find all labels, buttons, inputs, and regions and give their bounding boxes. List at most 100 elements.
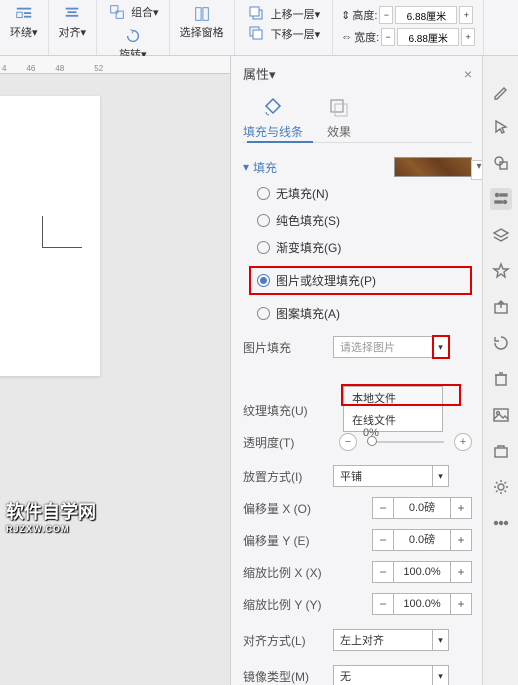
backup-icon[interactable]	[490, 332, 512, 354]
selection-pane-button[interactable]: 选择窗格	[176, 2, 228, 42]
selection-pane-icon	[192, 4, 212, 24]
picture-fill-select[interactable]: 请选择图片	[333, 336, 433, 358]
texture-fill-label: 纹理填充(U)	[243, 402, 333, 419]
toolbox-icon[interactable]	[490, 440, 512, 462]
tab-effects[interactable]: 效果	[327, 97, 351, 140]
wrap-icon	[14, 4, 34, 24]
pencil-icon[interactable]	[490, 80, 512, 102]
cursor-icon[interactable]	[490, 116, 512, 138]
trash-icon[interactable]	[490, 368, 512, 390]
tile-mode-dropdown-button[interactable]: ▾	[433, 465, 449, 487]
scale-y-plus[interactable]: +	[450, 593, 472, 615]
tab-underline	[247, 141, 313, 143]
fill-tab-icon	[262, 97, 284, 119]
width-row: ⇔ 宽度: − +	[341, 26, 475, 48]
group-icon	[107, 2, 127, 22]
mirror-dropdown-button[interactable]: ▾	[433, 665, 449, 685]
settings-icon[interactable]	[490, 188, 512, 210]
opacity-plus-button[interactable]: +	[454, 433, 472, 451]
radio-picture-texture-fill[interactable]: 图片或纹理填充(P)	[257, 272, 376, 289]
align-icon	[62, 4, 82, 24]
effects-tab-icon	[328, 97, 350, 119]
offset-x-value[interactable]: 0.0磅	[394, 497, 450, 519]
width-icon: ⇔	[341, 31, 352, 43]
dropdown-item-local-file[interactable]: 本地文件	[344, 387, 442, 409]
width-plus[interactable]: +	[461, 28, 475, 46]
scale-y-label: 缩放比例 Y (Y)	[243, 596, 333, 613]
height-row: ⇕ 高度: − +	[341, 4, 475, 26]
opacity-slider-thumb[interactable]	[367, 436, 377, 446]
right-icon-rail	[482, 56, 518, 685]
alignment-label: 对齐方式(L)	[243, 632, 333, 649]
height-label: 高度:	[352, 7, 377, 23]
more-icon[interactable]	[490, 512, 512, 534]
radio-gradient-fill[interactable]: 渐变填充(G)	[257, 239, 472, 256]
scale-y-value[interactable]: 100.0%	[394, 593, 450, 615]
offset-y-value[interactable]: 0.0磅	[394, 529, 450, 551]
mirror-select[interactable]: 无	[333, 665, 433, 685]
tile-mode-label: 放置方式(I)	[243, 468, 333, 485]
close-icon[interactable]: ×	[464, 66, 472, 82]
offset-x-plus[interactable]: +	[450, 497, 472, 519]
opacity-slider-track[interactable]	[367, 441, 444, 443]
width-label: 宽度:	[354, 29, 379, 45]
align-label: 对齐▾	[59, 24, 87, 40]
layers-icon[interactable]	[490, 224, 512, 246]
height-plus[interactable]: +	[459, 6, 473, 24]
share-icon[interactable]	[490, 296, 512, 318]
scale-x-value[interactable]: 100.0%	[394, 561, 450, 583]
radio-solid-fill[interactable]: 纯色填充(S)	[257, 212, 472, 229]
selection-pane-label: 选择窗格	[180, 24, 224, 40]
dropdown-item-online-file[interactable]: 在线文件	[344, 409, 442, 431]
shape-icon[interactable]	[490, 152, 512, 174]
offset-y-minus[interactable]: −	[372, 529, 394, 551]
tab-effects-label: 效果	[327, 123, 351, 140]
scale-x-label: 缩放比例 X (X)	[243, 564, 333, 581]
group-label: 组合▾	[131, 4, 159, 20]
bring-forward-button[interactable]: 上移一层▾	[243, 4, 325, 24]
alignment-dropdown-button[interactable]: ▾	[433, 629, 449, 651]
tile-mode-select[interactable]: 平铺	[333, 465, 433, 487]
image-icon[interactable]	[490, 404, 512, 426]
mirror-label: 镜像类型(M)	[243, 668, 333, 685]
opacity-minus-button[interactable]: −	[339, 433, 357, 451]
star-icon[interactable]	[490, 260, 512, 282]
gear-icon[interactable]	[490, 476, 512, 498]
height-minus[interactable]: −	[379, 6, 393, 24]
scale-x-plus[interactable]: +	[450, 561, 472, 583]
scale-y-minus[interactable]: −	[372, 593, 394, 615]
tab-fill-line[interactable]: 填充与线条	[243, 97, 303, 140]
shape-placeholder[interactable]	[42, 216, 82, 248]
opacity-label: 透明度(T)	[243, 434, 333, 451]
offset-x-label: 偏移量 X (O)	[243, 500, 333, 517]
alignment-select[interactable]: 左上对齐	[333, 629, 433, 651]
offset-y-plus[interactable]: +	[450, 529, 472, 551]
panel-title[interactable]: 属性▾	[243, 64, 276, 83]
picture-fill-label: 图片填充	[243, 339, 333, 356]
width-input[interactable]	[397, 28, 459, 46]
group-button[interactable]: 组合▾	[103, 2, 163, 22]
width-minus[interactable]: −	[381, 28, 395, 46]
align-button[interactable]: 对齐▾	[55, 2, 91, 42]
wrap-button[interactable]: 环绕▾	[6, 2, 42, 42]
canvas-area[interactable]: 4 46 48 52	[0, 56, 230, 685]
offset-y-label: 偏移量 Y (E)	[243, 532, 333, 549]
horizontal-ruler: 4 46 48 52	[0, 56, 230, 74]
rotate-icon	[123, 26, 143, 46]
fill-swatch-button[interactable]	[394, 157, 472, 177]
properties-panel: 属性▾ × 填充与线条 效果 ▾ 填充 无填充(N) 纯色填充(S) 渐变填充(…	[230, 56, 482, 685]
offset-x-minus[interactable]: −	[372, 497, 394, 519]
section-fill-header[interactable]: ▾ 填充	[243, 157, 472, 177]
radio-no-fill[interactable]: 无填充(N)	[257, 185, 472, 202]
scale-x-minus[interactable]: −	[372, 561, 394, 583]
caret-down-icon: ▾	[243, 160, 249, 174]
height-input[interactable]	[395, 6, 457, 24]
tab-fill-label: 填充与线条	[243, 123, 303, 140]
wrap-label: 环绕▾	[10, 24, 38, 40]
bring-forward-icon	[247, 4, 267, 24]
picture-fill-dropdown-button[interactable]: ▾	[433, 336, 449, 358]
picture-source-dropdown: 本地文件 在线文件	[343, 386, 443, 432]
send-backward-icon	[247, 24, 267, 44]
send-backward-button[interactable]: 下移一层▾	[243, 24, 325, 44]
radio-pattern-fill[interactable]: 图案填充(A)	[257, 305, 472, 322]
